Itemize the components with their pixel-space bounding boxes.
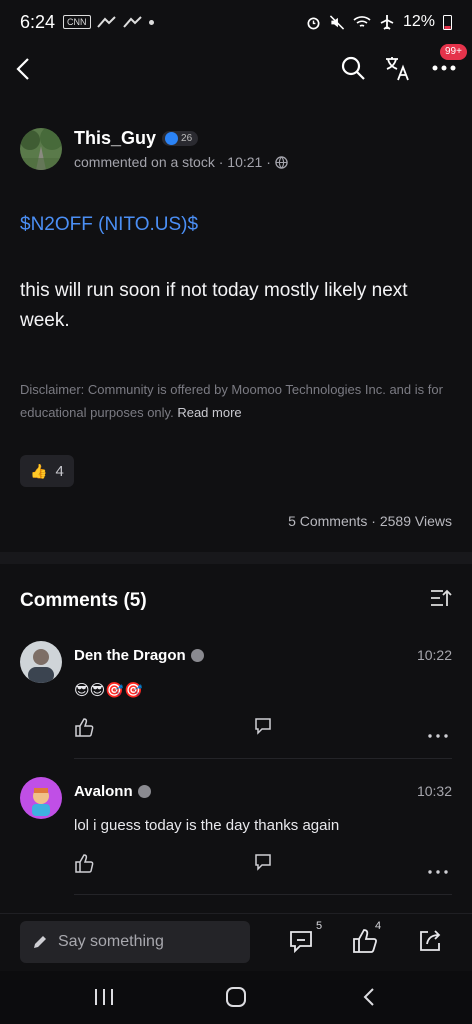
comment-like-button[interactable] — [74, 853, 94, 878]
comments-header: Comments (5) — [20, 588, 452, 613]
comment-reply-button[interactable] — [254, 853, 272, 876]
comments-count: 5 — [316, 920, 323, 932]
chevron-left-icon — [363, 988, 374, 1006]
status-time: 6:24 — [20, 11, 56, 32]
translate-icon — [386, 57, 409, 81]
level-badge: 26 — [162, 131, 199, 146]
system-back-button[interactable] — [355, 985, 383, 1009]
top-bar: 99+ — [0, 44, 472, 94]
section-divider — [0, 552, 472, 564]
comment-input[interactable]: Say something — [20, 921, 250, 963]
more-dots-icon — [428, 734, 448, 738]
search-button[interactable] — [337, 52, 369, 84]
bird-icon — [96, 16, 116, 28]
commenter-name[interactable]: Den the Dragon — [74, 647, 186, 664]
stock-ticker-link[interactable]: $N2OFF (NITO.US)$ — [20, 214, 198, 236]
comment-reply-button[interactable] — [254, 717, 272, 740]
comment-more-button[interactable] — [428, 861, 448, 879]
comment-icon — [290, 931, 312, 954]
chevron-left-icon — [16, 58, 29, 80]
author-name[interactable]: This_Guy — [74, 128, 156, 149]
post-author[interactable]: This_Guy 26 commented on a stock · 10:21… — [20, 128, 288, 170]
sort-button[interactable] — [430, 588, 452, 613]
thumbs-up-icon: 👍 — [30, 462, 48, 479]
like-reaction-button[interactable]: 👍 4 — [20, 455, 74, 487]
comment-icon — [255, 854, 271, 871]
wifi-icon — [353, 15, 371, 27]
level-number: 26 — [181, 133, 193, 144]
comment-text: lol i guess today is the day thanks agai… — [74, 817, 340, 834]
back-button[interactable] — [8, 54, 38, 84]
comments-title: Comments (5) — [20, 589, 147, 611]
disclaimer: Disclaimer: Community is offered by Moom… — [20, 378, 456, 424]
read-more-link[interactable]: Read more — [177, 405, 241, 420]
home-icon — [226, 987, 246, 1007]
bird-icon — [122, 16, 142, 28]
globe-icon — [275, 155, 288, 169]
more-dots-icon — [428, 870, 448, 874]
search-icon — [341, 56, 365, 80]
translate-button[interactable] — [382, 52, 414, 84]
share-button[interactable] — [415, 926, 445, 956]
post-meta: commented on a stock · 10:21 · — [74, 154, 271, 170]
comment-actions — [74, 853, 452, 877]
status-left-icons: CNN — [63, 15, 154, 29]
commenter-avatar[interactable] — [20, 777, 62, 819]
comments-button[interactable] — [286, 926, 316, 956]
notification-badge: 99+ — [440, 44, 467, 60]
more-dots-icon — [432, 65, 456, 71]
battery-icon — [443, 15, 452, 30]
battery-percent: 12% — [402, 13, 435, 30]
alarm-icon — [307, 16, 320, 29]
post-body: this will run soon if not today mostly l… — [20, 280, 408, 331]
cnn-icon: CNN — [63, 15, 91, 29]
comment-time: 10:22 — [416, 647, 452, 663]
share-icon — [420, 930, 441, 951]
sort-icon — [431, 589, 452, 606]
comment-icon — [255, 718, 271, 735]
comment-time: 10:32 — [416, 783, 452, 799]
status-right: 12% — [306, 13, 452, 31]
recent-apps-button[interactable] — [90, 985, 118, 1009]
comment-item: Avalonn 10:32 lol i guess today is the d… — [20, 777, 452, 895]
thumbs-up-icon — [75, 718, 94, 737]
comment-text: 😎😎🎯🎯 — [74, 682, 143, 699]
bottom-action-bar: Say something 5 4 — [0, 913, 472, 971]
comment-actions — [74, 717, 452, 741]
user-badge-icon — [190, 649, 204, 662]
comment-item: Den the Dragon 10:22 😎😎🎯🎯 — [20, 641, 452, 759]
pencil-icon — [34, 936, 46, 948]
like-count: 4 — [55, 462, 64, 480]
user-badge-icon — [137, 785, 151, 798]
comment-more-button[interactable] — [428, 725, 448, 743]
commenter-avatar[interactable] — [20, 641, 62, 683]
status-bar: 6:24 CNN 12% — [0, 0, 472, 44]
system-nav-bar — [0, 971, 472, 1024]
thumbs-up-icon — [75, 854, 94, 873]
recent-apps-icon — [95, 989, 113, 1005]
verified-icon — [165, 132, 179, 145]
mute-icon — [329, 14, 345, 30]
post-stats: 5 Comments · 2589 Views — [288, 513, 452, 529]
comment-input-placeholder: Say something — [58, 933, 164, 950]
airplane-icon — [380, 15, 394, 30]
dot-icon — [148, 19, 154, 25]
comment-divider — [74, 894, 452, 895]
comment-divider — [74, 758, 452, 759]
author-avatar[interactable] — [20, 128, 62, 170]
likes-count: 4 — [375, 920, 382, 932]
commenter-name[interactable]: Avalonn — [74, 783, 133, 800]
home-button[interactable] — [222, 985, 250, 1009]
comment-like-button[interactable] — [74, 717, 94, 742]
